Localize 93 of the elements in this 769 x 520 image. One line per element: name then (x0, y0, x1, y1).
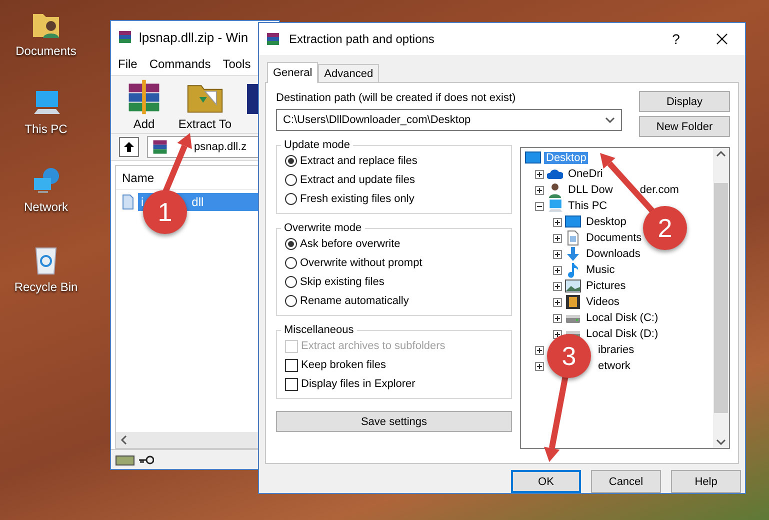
folder-tree-item[interactable]: Music (584, 264, 617, 276)
drive-icon (115, 454, 135, 466)
menu-item[interactable]: Commands (149, 57, 211, 71)
radio-button[interactable] (285, 276, 297, 288)
up-arrow-icon (123, 141, 135, 153)
menu-item[interactable]: File (118, 57, 138, 71)
save-settings-button[interactable]: Save settings (276, 411, 512, 432)
folder-tree-item[interactable]: etwork (596, 360, 632, 372)
expand-icon[interactable] (553, 330, 562, 338)
expand-icon[interactable] (535, 170, 544, 178)
key-icon (138, 454, 154, 464)
group-title: Miscellaneous (283, 324, 355, 336)
desktop-icon-label[interactable]: Network (24, 200, 68, 214)
desktop-icon-label[interactable]: Documents (16, 44, 76, 58)
toolbar-button[interactable]: Add (121, 78, 167, 133)
option-label[interactable]: Keep broken files (301, 359, 386, 371)
folder-tree-item[interactable]: ibraries (596, 344, 636, 356)
group-title: Update mode (283, 139, 352, 151)
scroll-left-icon (120, 435, 128, 445)
dialog-title: Extraction path and options (289, 32, 436, 46)
up-folder-button[interactable] (119, 137, 139, 157)
desktop-icon-label[interactable]: Recycle Bin (14, 280, 78, 294)
document-icon (565, 230, 581, 246)
monitor-icon (525, 151, 541, 165)
folder-tree-item[interactable]: Desktop (584, 216, 628, 228)
expand-icon[interactable] (553, 266, 562, 274)
option-label[interactable]: Fresh existing files only (300, 193, 414, 205)
vertical-scrollbar[interactable] (713, 148, 729, 448)
side-button[interactable]: New Folder (639, 116, 730, 137)
tab[interactable]: General (267, 62, 318, 83)
expand-icon[interactable] (553, 314, 562, 322)
picture-icon (565, 279, 581, 293)
file-icon (122, 194, 134, 210)
radio-button[interactable] (285, 174, 297, 186)
archive-books-icon (151, 138, 169, 156)
folder-tree-item[interactable]: Pictures (584, 280, 628, 292)
toolbar-button[interactable]: Extract To (175, 78, 235, 133)
option-label[interactable]: Display files in Explorer (301, 378, 416, 390)
option-label[interactable]: Ask before overwrite (300, 238, 400, 250)
radio-button[interactable] (285, 295, 297, 307)
desktop-icon-label[interactable]: This PC (24, 122, 68, 136)
expand-icon[interactable] (553, 234, 562, 242)
dialog-button[interactable]: Help (671, 470, 741, 493)
scroll-down-icon (716, 439, 726, 445)
folder-tree-item[interactable]: Local Disk (C:) (584, 312, 660, 324)
dialog-button[interactable]: OK (511, 470, 581, 493)
computer-icon (547, 198, 563, 214)
folder-tree-item[interactable]: This PC (566, 200, 610, 212)
expand-icon[interactable] (553, 282, 562, 290)
side-button[interactable]: Display (639, 91, 730, 112)
cloud-icon (547, 168, 563, 180)
close-icon (716, 33, 728, 45)
radio-button[interactable] (285, 238, 297, 250)
monitor-icon (565, 215, 581, 229)
music-note-icon (565, 262, 581, 278)
folder-tree-item[interactable]: OneDri (566, 168, 605, 180)
scroll-up-icon (716, 151, 726, 157)
radio-button[interactable] (285, 193, 297, 205)
expand-icon[interactable] (553, 250, 562, 258)
film-icon (565, 294, 581, 310)
folder-tree-item-text: der.com (640, 184, 679, 196)
expand-icon[interactable] (535, 186, 544, 194)
expand-icon[interactable] (535, 346, 544, 354)
checkbox[interactable] (285, 358, 298, 372)
window-title: lpsnap.dll.zip - Win (139, 30, 248, 44)
tab[interactable]: Advanced (318, 64, 380, 83)
option-label[interactable]: Rename automatically (300, 295, 409, 307)
folder-tree-item[interactable]: DLL Dow (566, 184, 615, 196)
archive-books-icon (265, 31, 281, 47)
expand-icon[interactable] (553, 218, 562, 226)
folder-tree-item[interactable]: Documents (584, 232, 644, 244)
dropdown-chevron-icon (605, 117, 615, 123)
radio-button[interactable] (285, 155, 297, 167)
checkbox[interactable] (285, 378, 298, 390)
help-button[interactable]: ? (661, 31, 691, 47)
folder-tree-item[interactable]: Downloads (584, 248, 642, 260)
person-icon (547, 182, 563, 198)
group-title: Overwrite mode (283, 222, 363, 234)
radio-button[interactable] (285, 257, 297, 269)
option-label[interactable]: Skip existing files (300, 276, 384, 288)
collapse-icon[interactable] (535, 202, 544, 210)
expand-icon[interactable] (535, 362, 544, 370)
option-label[interactable]: Extract and replace files (300, 155, 418, 167)
option-label[interactable]: Overwrite without prompt (300, 257, 422, 269)
drive-icon (565, 312, 581, 324)
destination-path-field[interactable]: C:\Users\DllDownloader_com\Desktop (276, 109, 622, 131)
dialog-button[interactable]: Cancel (591, 470, 661, 493)
expand-icon[interactable] (553, 298, 562, 306)
option-label[interactable]: Extract and update files (300, 174, 415, 186)
archive-books-icon (117, 29, 133, 45)
menu-item[interactable]: Tools (222, 57, 251, 71)
down-arrow-icon (565, 246, 581, 262)
folder-tree-item[interactable]: Videos (584, 296, 622, 308)
